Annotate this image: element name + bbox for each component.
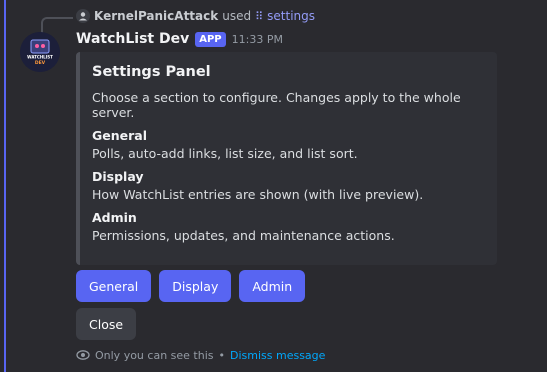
close-button[interactable]: Close [76,308,137,340]
close-row: Close [76,308,137,340]
avatar-text-bottom: DEV [35,60,46,66]
field-admin-value: Permissions, updates, and maintenance ac… [92,228,395,243]
field-display-name: Display [92,169,144,184]
reply-context[interactable]: KernelPanicAttack used ⠿ settings [76,7,315,25]
replied-username[interactable]: KernelPanicAttack [94,9,218,23]
author-name[interactable]: WatchList Dev [76,31,189,47]
section-buttons: General Display Admin [76,270,306,302]
user-avatar-icon [79,12,87,21]
admin-button[interactable]: Admin [239,270,306,302]
settings-embed: Settings Panel Choose a section to confi… [76,52,497,265]
watchlist-logo-icon: WATCHLIST DEV [20,32,60,72]
avatar-text-top: WATCHLIST [27,55,53,60]
slash-command-icon: ⠿ [255,9,264,23]
bot-avatar[interactable]: WATCHLIST DEV [20,32,60,72]
replied-user-avatar[interactable] [76,9,90,23]
ephemeral-notice: Only you can see this • Dismiss message [76,347,325,363]
embed-title: Settings Panel [92,64,211,80]
field-general-name: General [92,128,147,143]
reply-connector [41,17,73,33]
field-general-value: Polls, auto-add links, list size, and li… [92,146,358,161]
ephemeral-separator: • [218,348,226,362]
field-admin-name: Admin [92,210,137,225]
field-display-value: How WatchList entries are shown (with li… [92,187,424,202]
dismiss-message-link[interactable]: Dismiss message [230,349,325,362]
timestamp[interactable]: 11:33 PM [232,33,283,46]
general-button[interactable]: General [76,270,152,302]
app-badge: APP [195,31,226,47]
message-header: WatchList Dev APP 11:33 PM [76,29,283,49]
display-button[interactable]: Display [159,270,232,302]
command-name[interactable]: settings [267,9,315,23]
eye-icon [76,350,90,360]
embed-description: Choose a section to configure. Changes a… [92,90,461,120]
ephemeral-note: Only you can see this [95,348,214,362]
highlight-bar [4,0,6,372]
reply-action: used [222,9,252,23]
